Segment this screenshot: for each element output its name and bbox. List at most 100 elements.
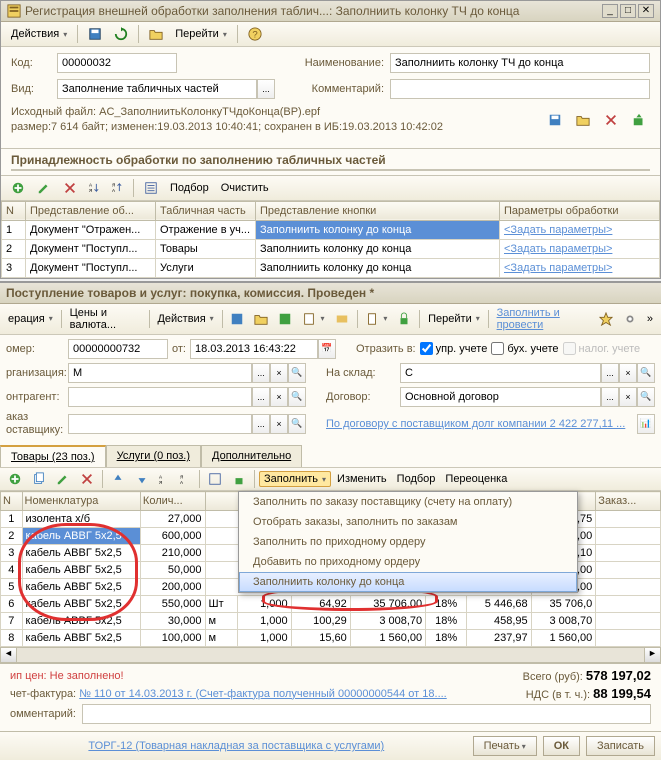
tab-goods[interactable]: Товары (23 поз.) <box>0 445 106 467</box>
chk-nalog[interactable]: налог. учете <box>563 342 641 355</box>
save-icon[interactable] <box>226 311 248 327</box>
dogovor-select-button[interactable]: ... <box>601 387 619 407</box>
move-up-icon[interactable] <box>107 471 129 487</box>
prices-button[interactable]: Цены и валюта... <box>66 306 145 332</box>
save-button[interactable]: Записать <box>586 736 655 756</box>
print-button[interactable]: Печать <box>473 736 537 756</box>
open-folder-icon[interactable] <box>572 112 594 128</box>
remove-icon[interactable] <box>76 471 98 487</box>
edit-icon[interactable] <box>33 180 55 196</box>
folder-icon[interactable] <box>250 311 272 327</box>
actions-menu[interactable]: Действия <box>153 312 217 326</box>
col-qty[interactable]: Колич... <box>140 492 205 511</box>
stock-input[interactable] <box>400 363 601 383</box>
actions-menu[interactable]: Действия <box>7 27 71 41</box>
zakaz-search-button[interactable]: 🔍 <box>288 414 306 434</box>
dogovor-search-button[interactable]: 🔍 <box>637 387 655 407</box>
col-n[interactable]: N <box>1 492 23 511</box>
disk-icon[interactable] <box>544 112 566 128</box>
item-row[interactable]: 8кабель АВВГ 5x2,5100,000м1,00015,601 56… <box>1 630 661 647</box>
edit-icon[interactable] <box>52 471 74 487</box>
star-icon[interactable] <box>595 311 617 327</box>
scroll-right-button[interactable]: ► <box>644 648 660 662</box>
change-button[interactable]: Изменить <box>333 472 391 486</box>
stock-clear-button[interactable]: × <box>619 363 637 383</box>
org-select-button[interactable]: ... <box>252 363 270 383</box>
org-search-button[interactable]: 🔍 <box>288 363 306 383</box>
dogovor-input[interactable] <box>400 387 601 407</box>
dogovor-clear-button[interactable]: × <box>619 387 637 407</box>
grid-row[interactable]: 1 Документ "Отражен... Отражение в уч...… <box>2 220 660 239</box>
torg12-link[interactable]: ТОРГ-12 (Товарная накладная за поставщик… <box>6 740 467 752</box>
item-row[interactable]: 7кабель АВВГ 5x2,530,000м1,000100,293 00… <box>1 613 661 630</box>
contr-select-button[interactable]: ... <box>252 387 270 407</box>
copy-icon[interactable] <box>28 471 50 487</box>
col-nomenk[interactable]: Номенклатура <box>22 492 140 511</box>
h-scrollbar[interactable]: ◄ ► <box>0 647 661 663</box>
fill-post-link[interactable]: Заполнить и провести <box>493 306 593 332</box>
operation-menu[interactable]: ерация <box>4 312 57 326</box>
zakaz-clear-button[interactable]: × <box>270 414 288 434</box>
zakaz-input[interactable] <box>68 414 252 434</box>
processing-grid[interactable]: N Представление об... Табличная часть Пр… <box>1 201 660 278</box>
close-button[interactable]: ✕ <box>638 4 654 18</box>
type-input[interactable] <box>57 79 257 99</box>
move-down-icon[interactable] <box>131 471 153 487</box>
sort-za-icon[interactable]: ЯА <box>108 181 127 194</box>
delete-x-icon[interactable] <box>600 112 622 128</box>
reprice-button[interactable]: Переоценка <box>441 472 511 486</box>
select-button[interactable]: Подбор <box>166 181 213 195</box>
code-input[interactable] <box>57 53 177 73</box>
sort-az-icon[interactable]: АЯ <box>155 473 174 486</box>
minimize-button[interactable]: _ <box>602 4 618 18</box>
org-clear-button[interactable]: × <box>270 363 288 383</box>
post-icon[interactable] <box>274 311 296 327</box>
add-icon[interactable] <box>7 180 29 196</box>
folder-icon[interactable] <box>145 26 167 42</box>
arrows-icon[interactable]: » <box>643 312 657 326</box>
sort-az-icon[interactable]: АЯ <box>85 181 104 194</box>
type-select-button[interactable]: ... <box>257 79 275 99</box>
contr-search-button[interactable]: 🔍 <box>288 387 306 407</box>
stock-search-button[interactable]: 🔍 <box>637 363 655 383</box>
date-picker-button[interactable]: 📅 <box>318 339 336 359</box>
maximize-button[interactable]: □ <box>620 4 636 18</box>
export-icon[interactable] <box>628 112 650 128</box>
chk-upr[interactable]: упр. учете <box>420 342 488 355</box>
contr-input[interactable] <box>68 387 252 407</box>
lock-green-icon[interactable] <box>393 311 415 327</box>
item-row[interactable]: 6кабель АВВГ 5x2,5550,000Шт1,00064,9235 … <box>1 596 661 613</box>
grid-row[interactable]: 3 Документ "Поступл... Услуги Заполниить… <box>2 258 660 277</box>
menu-item[interactable]: Заполнить по заказу поставщику (счету на… <box>239 492 577 512</box>
invoice-link[interactable]: № 110 от 14.03.2013 г. (Счет-фактура пол… <box>79 688 447 700</box>
debt-link[interactable]: По договору с поставщиком долг компании … <box>326 418 625 430</box>
col-part[interactable]: Табличная часть <box>156 201 256 220</box>
chk-buh[interactable]: бух. учете <box>491 342 558 355</box>
add-icon[interactable] <box>4 471 26 487</box>
remove-icon[interactable] <box>59 180 81 196</box>
list-icon[interactable] <box>204 471 226 487</box>
tab-extra[interactable]: Дополнительно <box>201 445 302 467</box>
refresh-icon[interactable] <box>110 26 132 42</box>
tab-services[interactable]: Услуги (0 поз.) <box>106 445 201 467</box>
goto-menu[interactable]: Перейти <box>171 27 231 41</box>
menu-item-selected[interactable]: Заполниить колонку до конца <box>239 572 577 592</box>
menu-item[interactable]: Заполнить по приходному ордеру <box>239 532 577 552</box>
col-obj[interactable]: Представление об... <box>26 201 156 220</box>
col-n[interactable]: N <box>2 201 26 220</box>
zakaz-select-button[interactable]: ... <box>252 414 270 434</box>
contr-clear-button[interactable]: × <box>270 387 288 407</box>
grid-row[interactable]: 2 Документ "Поступл... Товары Заполниить… <box>2 239 660 258</box>
help-icon[interactable]: ? <box>244 26 266 42</box>
sort-za-icon[interactable]: ЯА <box>176 473 195 486</box>
scroll-left-button[interactable]: ◄ <box>1 648 17 662</box>
stock-select-button[interactable]: ... <box>601 363 619 383</box>
menu-item[interactable]: Добавить по приходному ордеру <box>239 552 577 572</box>
ok-button[interactable]: ОК <box>543 736 580 756</box>
save-icon[interactable] <box>84 26 106 42</box>
col-btn[interactable]: Представление кнопки <box>256 201 500 220</box>
fill-menu-button[interactable]: Заполнить <box>259 471 331 487</box>
debt-calc-button[interactable]: 📊 <box>637 414 655 434</box>
goto-menu[interactable]: Перейти <box>424 312 484 326</box>
col-zakaz[interactable]: Заказ... <box>596 492 661 511</box>
